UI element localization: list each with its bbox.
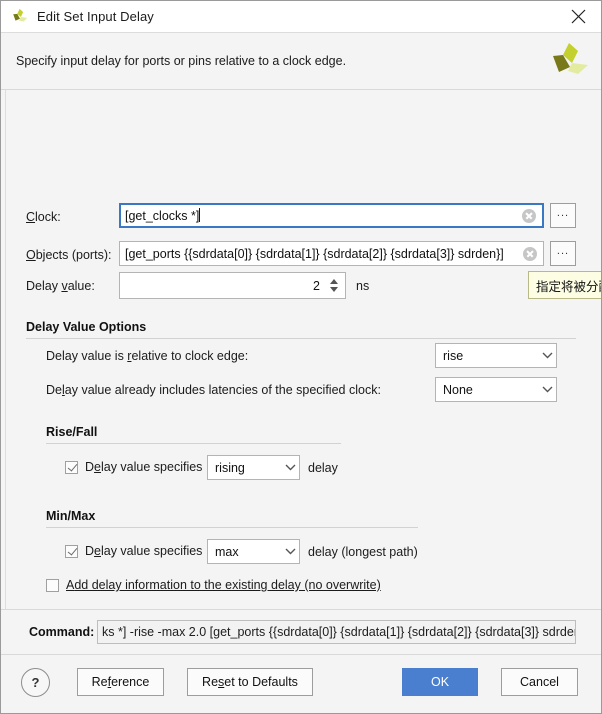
reset-defaults-button[interactable]: Reset to Defaults xyxy=(187,668,313,696)
edit-set-input-delay-dialog: Edit Set Input Delay Specify input delay… xyxy=(0,0,602,714)
min-max-suffix: delay (longest path) xyxy=(308,545,418,559)
title-bar: Edit Set Input Delay xyxy=(1,1,601,33)
relative-edge-select[interactable]: rise xyxy=(435,343,557,368)
objects-input[interactable]: [get_ports {{sdrdata[0]} {sdrdata[1]} {s… xyxy=(119,241,544,266)
reference-button-label: Reference xyxy=(92,675,150,689)
dialog-footer: ? Reference Reset to Defaults OK Cancel xyxy=(1,655,601,713)
relative-edge-label: Delay value is relative to clock edge: xyxy=(46,349,248,363)
delay-value-options-divider xyxy=(26,338,576,339)
min-max-checkbox-row[interactable]: Delay value specifies xyxy=(65,544,202,558)
delay-value-spinner-arrows[interactable] xyxy=(326,273,342,298)
amd-xilinx-pinwheel-logo-icon xyxy=(549,42,589,80)
objects-browse-label: ... xyxy=(557,248,569,254)
latencies-value: None xyxy=(443,383,538,397)
rise-fall-suffix: delay xyxy=(308,461,338,475)
delay-value-label-b: alue: xyxy=(68,279,95,293)
cancel-button-label: Cancel xyxy=(520,675,559,689)
relative-edge-value: rise xyxy=(443,349,538,363)
clock-label-mnemonic: C xyxy=(26,210,35,224)
close-button[interactable] xyxy=(555,1,601,32)
window-title: Edit Set Input Delay xyxy=(37,9,154,24)
rise-fall-label: Delay value specifies xyxy=(85,460,202,474)
rise-fall-checkbox[interactable] xyxy=(65,461,78,474)
spinner-down-icon[interactable] xyxy=(330,287,338,292)
clock-label-rest: lock: xyxy=(35,210,61,224)
clock-input-value: [get_clocks *] xyxy=(125,208,522,223)
cancel-button[interactable]: Cancel xyxy=(501,668,578,696)
latencies-select[interactable]: None xyxy=(435,377,557,402)
rise-fall-value: rising xyxy=(215,461,281,475)
chevron-down-icon xyxy=(281,548,299,555)
latencies-label-a: De xyxy=(46,383,62,397)
min-max-value: max xyxy=(215,545,281,559)
objects-label-mnemonic: O xyxy=(26,248,36,262)
rise-fall-select[interactable]: rising xyxy=(207,455,300,480)
clock-label: Clock: xyxy=(26,210,61,224)
delay-value-number: 2 xyxy=(120,279,326,293)
chevron-down-icon xyxy=(281,464,299,471)
min-max-title: Min/Max xyxy=(46,509,95,523)
clock-input[interactable]: [get_clocks *] xyxy=(119,203,544,228)
relative-edge-label-a: Delay value is xyxy=(46,349,127,363)
objects-clear-icon[interactable] xyxy=(523,247,537,261)
dialog-description: Specify input delay for ports or pins re… xyxy=(16,54,346,68)
panel-edge-divider xyxy=(5,90,6,609)
delay-value-options-title: Delay Value Options xyxy=(26,320,146,334)
latencies-label: Delay value already includes latencies o… xyxy=(46,383,381,397)
ok-button[interactable]: OK xyxy=(402,668,478,696)
command-label: Command: xyxy=(29,625,94,639)
spinner-up-icon[interactable] xyxy=(330,279,338,284)
delay-value-label-a: Delay xyxy=(26,279,61,293)
reset-defaults-button-label: Reset to Defaults xyxy=(202,675,298,689)
close-icon xyxy=(571,9,586,24)
clock-browse-label: ... xyxy=(557,210,569,216)
min-max-select[interactable]: max xyxy=(207,539,300,564)
min-max-checkbox[interactable] xyxy=(65,545,78,558)
command-field[interactable]: ks *] -rise -max 2.0 [get_ports {{sdrdat… xyxy=(97,620,576,644)
min-max-divider xyxy=(46,527,418,528)
add-delay-label: Add delay information to the existing de… xyxy=(66,578,381,592)
rise-fall-title: Rise/Fall xyxy=(46,425,97,439)
rise-fall-checkbox-row[interactable]: Delay value specifies xyxy=(65,460,202,474)
clock-browse-button[interactable]: ... xyxy=(550,203,576,228)
add-delay-checkbox[interactable] xyxy=(46,579,59,592)
ok-button-label: OK xyxy=(431,675,449,689)
tooltip-popup: 指定将被分配 xyxy=(528,271,601,299)
objects-label-rest: bjects (ports): xyxy=(36,248,112,262)
command-bar: Command: ks *] -rise -max 2.0 [get_ports… xyxy=(1,610,601,655)
add-delay-checkbox-row[interactable]: Add delay information to the existing de… xyxy=(46,578,381,592)
rise-fall-divider xyxy=(46,443,341,444)
latencies-label-b: ay value already includes latencies of t… xyxy=(65,383,381,397)
delay-value-stepper[interactable]: 2 xyxy=(119,272,346,299)
relative-edge-label-b: elative to clock edge: xyxy=(131,349,248,363)
help-button[interactable]: ? xyxy=(21,668,50,697)
help-icon: ? xyxy=(32,675,40,690)
vivado-pinwheel-logo-icon xyxy=(11,8,29,26)
delay-value-unit: ns xyxy=(356,279,369,293)
objects-browse-button[interactable]: ... xyxy=(550,241,576,266)
objects-input-value: [get_ports {{sdrdata[0]} {sdrdata[1]} {s… xyxy=(125,247,523,261)
chevron-down-icon xyxy=(538,352,556,359)
min-max-label: Delay value specifies xyxy=(85,544,202,558)
chevron-down-icon xyxy=(538,386,556,393)
header-band: Specify input delay for ports or pins re… xyxy=(1,33,601,90)
reference-button[interactable]: Reference xyxy=(77,668,164,696)
objects-label: Objects (ports): xyxy=(26,248,111,262)
delay-value-label: Delay value: xyxy=(26,279,95,293)
clock-clear-icon[interactable] xyxy=(522,209,536,223)
dialog-body: Clock: [get_clocks *] ... Objects (ports… xyxy=(1,90,601,610)
